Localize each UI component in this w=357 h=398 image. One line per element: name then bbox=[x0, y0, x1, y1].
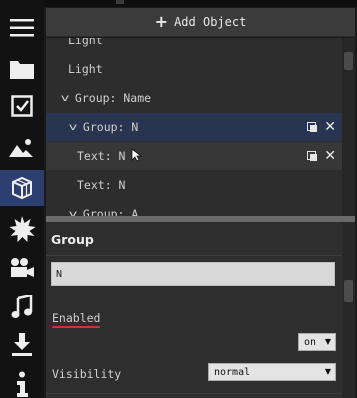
download-icon[interactable] bbox=[0, 327, 44, 363]
chevron-down-icon[interactable]: v bbox=[69, 122, 77, 133]
scrollbar-thumb[interactable] bbox=[344, 280, 353, 302]
cube-icon[interactable] bbox=[0, 170, 44, 206]
enabled-label: Enabled bbox=[52, 311, 101, 325]
delete-icon[interactable]: ✕ bbox=[324, 120, 336, 134]
dropdown-arrow-icon: ▼ bbox=[324, 337, 331, 346]
spellcheck-underline bbox=[52, 326, 100, 328]
enabled-select[interactable]: on ▼ bbox=[298, 333, 336, 351]
tree-item-group[interactable]: v Group: Name bbox=[46, 84, 342, 112]
plus-icon: + bbox=[154, 12, 169, 31]
divider bbox=[46, 255, 355, 256]
divider bbox=[46, 393, 342, 394]
tree-item-label: Group: A bbox=[82, 207, 139, 216]
chevron-down-icon[interactable]: v bbox=[61, 93, 69, 104]
tree-item[interactable]: Text: N ✕ bbox=[46, 142, 342, 170]
add-object-button[interactable]: + Add Object bbox=[46, 8, 355, 37]
visibility-select[interactable]: normal ▼ bbox=[208, 363, 336, 381]
enabled-select-value: on bbox=[304, 336, 317, 348]
mouse-cursor-icon bbox=[131, 148, 143, 162]
duplicate-icon[interactable] bbox=[307, 121, 318, 133]
tree-item-label: Light bbox=[68, 62, 103, 76]
tree-item-label: Group: Name bbox=[74, 91, 152, 105]
visibility-select-value: normal bbox=[214, 366, 251, 378]
tree-item[interactable]: Light bbox=[46, 55, 342, 83]
music-note-icon[interactable] bbox=[0, 289, 44, 325]
menu-icon[interactable] bbox=[0, 10, 44, 46]
add-object-label: Add Object bbox=[174, 15, 247, 29]
checkbox-icon[interactable] bbox=[0, 88, 44, 124]
tree-item-label: Light bbox=[68, 38, 103, 47]
tree-item[interactable]: Text: N bbox=[46, 171, 342, 199]
chevron-down-icon[interactable]: v bbox=[69, 209, 77, 217]
delete-icon[interactable]: ✕ bbox=[324, 149, 336, 163]
folder-icon[interactable] bbox=[0, 51, 44, 87]
visibility-label: Visibility bbox=[52, 367, 122, 381]
info-icon[interactable] bbox=[0, 366, 44, 398]
camera-icon[interactable] bbox=[0, 250, 44, 286]
tree-item-group-selected[interactable]: v Group: N ✕ bbox=[46, 113, 342, 141]
name-input[interactable] bbox=[51, 262, 335, 286]
top-stripe bbox=[44, 0, 357, 7]
dropdown-arrow-icon: ▼ bbox=[324, 367, 331, 376]
tree-item-label: Text: N bbox=[77, 149, 126, 163]
properties-title: Group bbox=[51, 232, 94, 247]
duplicate-icon[interactable] bbox=[307, 150, 318, 162]
tree-item[interactable]: Light bbox=[46, 38, 342, 54]
properties-panel: Group Enabled on ▼ Visibility normal ▼ bbox=[46, 222, 355, 398]
tree-item-label: Text: N bbox=[77, 178, 126, 192]
properties-scrollbar[interactable] bbox=[342, 222, 355, 398]
tree-scrollbar[interactable] bbox=[342, 38, 355, 216]
left-toolbar bbox=[0, 0, 44, 398]
tree-item-label: Group: N bbox=[82, 120, 139, 134]
burst-icon[interactable] bbox=[0, 211, 44, 247]
object-tree: Light Light v Group: Name v Group: N ✕ T… bbox=[46, 38, 342, 216]
image-icon[interactable] bbox=[0, 130, 44, 166]
scrollbar-thumb[interactable] bbox=[344, 52, 353, 70]
tree-item-group[interactable]: v Group: A bbox=[46, 200, 342, 216]
